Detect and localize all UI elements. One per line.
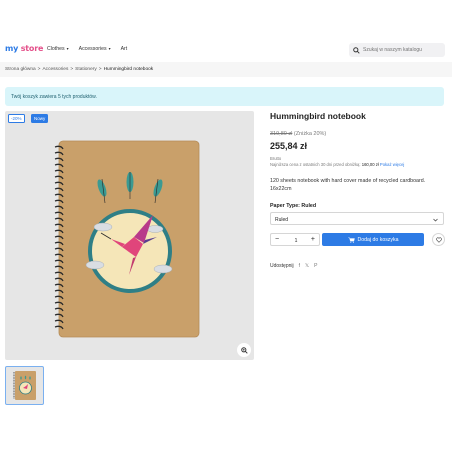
tax-label: Brutto	[270, 156, 282, 161]
add-to-cart-label: Dodaj do koszyka	[357, 236, 399, 243]
nav-item-art[interactable]: Art	[121, 46, 128, 52]
zoom-icon	[240, 346, 248, 354]
breadcrumb-current: Hummingbird notebook	[103, 67, 154, 72]
header: my store Clothes ▾ Accessories ▾ Art	[0, 40, 452, 60]
product-description: 120 sheets notebook with hard cover made…	[270, 178, 426, 192]
breadcrumb-link-stationery[interactable]: Stationery	[75, 67, 97, 72]
logo-store: store	[20, 44, 44, 53]
paper-type-label: Paper Type: Ruled	[270, 203, 317, 209]
chevron-down-icon: ▾	[108, 46, 111, 51]
paper-type-selected: Ruled	[275, 217, 289, 223]
search-icon	[353, 46, 360, 54]
product-main-image[interactable]: -20% Nowy	[5, 111, 254, 360]
store-logo[interactable]: my store	[5, 44, 43, 53]
current-price: 255,84 zł	[270, 141, 308, 151]
product-title: Hummingbird notebook	[270, 111, 366, 121]
old-price: 319,80 zł	[270, 131, 293, 137]
cart-icon	[347, 236, 355, 243]
breadcrumb-bar: Strona główna > Accessories > Stationery > Hum…	[0, 62, 452, 77]
paper-type-select[interactable]: Ruled	[270, 212, 444, 225]
logo-my: my	[5, 44, 19, 53]
breadcrumb-separator: >	[70, 67, 74, 72]
main-nav: Clothes ▾ Accessories ▾ Art	[47, 46, 127, 52]
heart-icon	[435, 237, 442, 243]
chevron-down-icon: ▾	[66, 46, 69, 51]
quantity-input[interactable]: 1	[291, 238, 301, 244]
thumbnail-illustration	[13, 371, 36, 400]
zoom-button[interactable]	[237, 343, 251, 357]
facebook-icon[interactable]: f	[299, 263, 300, 269]
pinterest-icon[interactable]: P	[314, 263, 317, 269]
breadcrumb-link-accessories[interactable]: Accessories	[42, 67, 68, 72]
breadcrumb-separator: >	[98, 67, 102, 72]
cart-alert: Twój koszyk zawiera 5 tych produktów.	[5, 87, 444, 106]
nav-label: Clothes	[47, 46, 65, 52]
quantity-stepper: − 1 +	[270, 233, 320, 246]
nav-label: Art	[120, 46, 128, 52]
chevron-down-icon	[433, 218, 438, 221]
discount-badge: -20%	[8, 114, 25, 123]
search-input[interactable]	[363, 47, 443, 53]
product-thumbnail[interactable]	[5, 366, 44, 405]
breadcrumb-separator: >	[37, 67, 41, 72]
lowest-price-value: 160,00 zł	[361, 162, 379, 167]
decrease-quantity-button[interactable]: −	[275, 236, 279, 243]
breadcrumb: Strona główna > Accessories > Stationery > Hum…	[5, 67, 153, 72]
notebook-illustration	[54, 140, 200, 338]
search-box	[349, 43, 445, 57]
breadcrumb-link-home[interactable]: Strona główna	[5, 67, 36, 72]
nav-item-accessories[interactable]: Accessories ▾	[79, 46, 111, 52]
nav-label: Accessories	[78, 46, 107, 52]
nav-item-clothes[interactable]: Clothes ▾	[47, 46, 69, 52]
x-twitter-icon[interactable]: 𝕏	[305, 263, 309, 269]
lowest-price-label: Najniższa cena z ostatnich 30 dni przed …	[270, 162, 361, 167]
lowest-price-info: Najniższa cena z ostatnich 30 dni przed …	[270, 162, 404, 167]
wishlist-button[interactable]	[432, 233, 445, 246]
discount-text: (Zniżka 20%)	[293, 131, 327, 137]
show-more-link[interactable]: Pokaż więcej	[380, 162, 404, 167]
share-row: Udostępnij f 𝕏 P	[270, 263, 317, 269]
cart-alert-text: Twój koszyk zawiera 5 tych produktów.	[11, 94, 97, 100]
add-to-cart-button[interactable]: Dodaj do koszyka	[322, 233, 424, 246]
old-price-row: 319,80 zł (Zniżka 20%)	[270, 131, 326, 137]
share-label: Udostępnij	[270, 263, 294, 269]
increase-quantity-button[interactable]: +	[311, 236, 315, 243]
new-badge: Nowy	[31, 114, 49, 123]
